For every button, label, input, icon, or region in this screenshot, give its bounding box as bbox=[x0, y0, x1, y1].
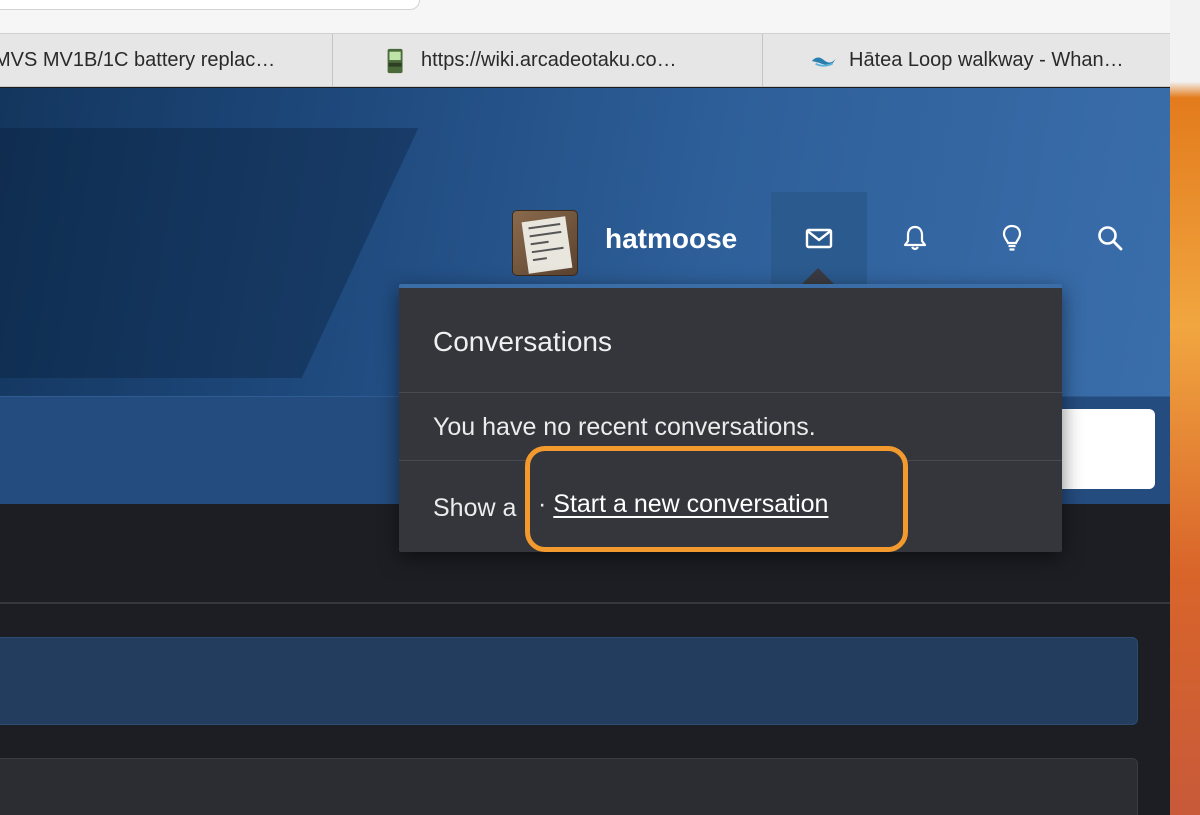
browser-tab-mvs[interactable]: MVS MV1B/1C battery replac… bbox=[0, 34, 333, 87]
browser-tab-hatea-loop[interactable]: Hātea Loop walkway - Whan… bbox=[763, 34, 1170, 87]
menu-footer: Show a bbox=[433, 494, 516, 523]
envelope-icon bbox=[805, 228, 833, 249]
arcade-cabinet-icon bbox=[387, 48, 403, 73]
tab-strip: MVS MV1B/1C battery replac… https://wiki… bbox=[0, 33, 1170, 87]
whats-new-button[interactable] bbox=[964, 192, 1060, 284]
start-new-conversation-link[interactable]: Start a new conversation bbox=[553, 490, 828, 518]
search-icon bbox=[1098, 226, 1123, 251]
avatar[interactable] bbox=[512, 210, 578, 276]
content-block bbox=[0, 637, 1138, 725]
username-link[interactable]: hatmoose bbox=[605, 223, 737, 255]
menu-title[interactable]: Conversations bbox=[433, 326, 612, 358]
menu-pointer bbox=[802, 268, 834, 284]
separator-dot: · bbox=[538, 490, 547, 518]
desktop-background bbox=[1170, 0, 1200, 815]
alerts-button[interactable] bbox=[867, 192, 963, 284]
bell-icon bbox=[903, 225, 927, 251]
show-all-link[interactable]: Show a bbox=[433, 494, 516, 522]
tab-label: https://wiki.arcadeotaku.co… bbox=[421, 49, 677, 71]
divider bbox=[399, 392, 1062, 393]
divider bbox=[0, 602, 1170, 604]
address-bar[interactable] bbox=[0, 0, 420, 10]
browser-toolbar bbox=[0, 0, 1170, 33]
content-block bbox=[0, 758, 1138, 815]
empty-message: You have no recent conversations. bbox=[433, 413, 816, 441]
wave-icon bbox=[811, 56, 837, 67]
tab-label: Hātea Loop walkway - Whan… bbox=[849, 49, 1124, 71]
search-button[interactable] bbox=[1062, 192, 1158, 284]
tab-label: MVS MV1B/1C battery replac… bbox=[0, 49, 276, 71]
browser-tab-arcadeotaku[interactable]: https://wiki.arcadeotaku.co… bbox=[333, 34, 763, 87]
lightbulb-icon bbox=[1002, 224, 1022, 251]
start-conversation-wrapper: · Start a new conversation bbox=[538, 490, 828, 519]
